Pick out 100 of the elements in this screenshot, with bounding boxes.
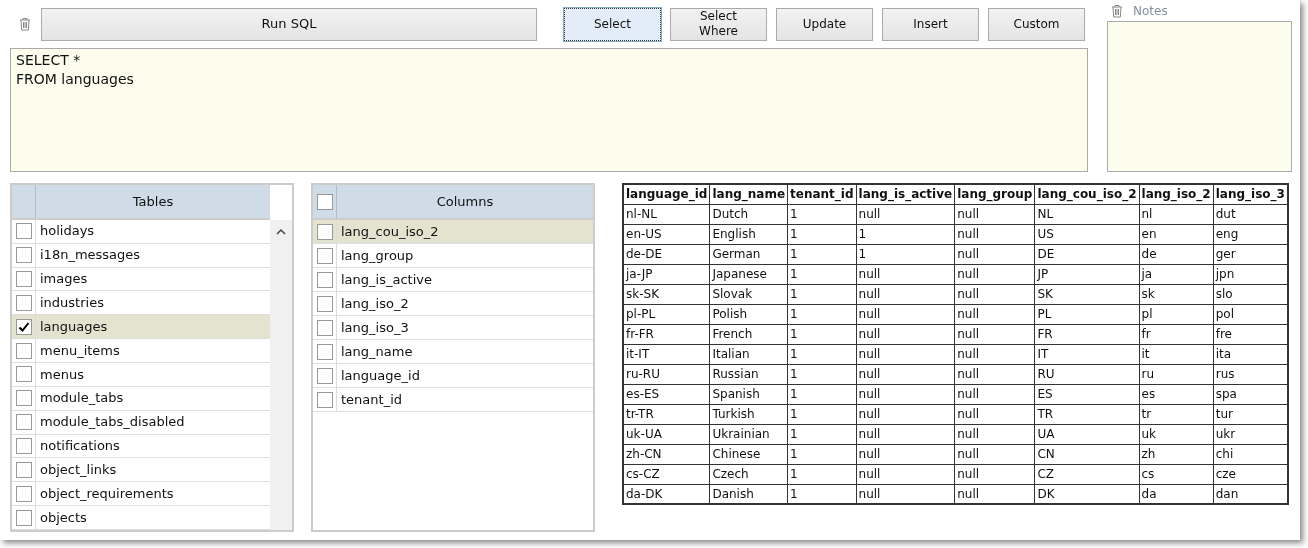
checkbox[interactable] xyxy=(15,366,32,383)
checkbox[interactable] xyxy=(15,223,32,240)
list-item[interactable]: module_tabs xyxy=(12,386,270,411)
checkbox[interactable] xyxy=(15,270,32,287)
trash-icon[interactable] xyxy=(1111,3,1123,18)
checkbox[interactable] xyxy=(316,271,333,288)
table-cell: English xyxy=(709,224,788,244)
table-cell: en xyxy=(1139,224,1214,244)
table-cell: zh xyxy=(1139,444,1214,464)
table-cell: CN xyxy=(1034,444,1139,464)
checkbox[interactable] xyxy=(15,342,32,359)
table-cell: pl xyxy=(1139,304,1214,324)
table-cell: null xyxy=(954,244,1035,264)
list-item[interactable]: lang_iso_2 xyxy=(313,292,593,316)
query-button[interactable]: Select Where xyxy=(670,7,767,41)
table-cell: tr-TR xyxy=(623,404,710,424)
list-item[interactable]: menus xyxy=(12,362,270,387)
checkbox[interactable] xyxy=(316,247,333,264)
checkbox[interactable] xyxy=(15,390,32,407)
checkbox[interactable] xyxy=(15,294,32,311)
list-item[interactable]: images xyxy=(12,267,270,292)
table-cell: 1 xyxy=(787,384,857,404)
list-item[interactable]: lang_is_active xyxy=(313,268,593,292)
code-line: FROM languages xyxy=(16,70,135,89)
trash-icon[interactable] xyxy=(19,17,31,31)
table-cell: IT xyxy=(1034,344,1139,364)
table-cell: Chinese xyxy=(709,444,788,464)
table-cell: da xyxy=(1139,484,1214,504)
table-cell: TR xyxy=(1034,404,1139,424)
list-item[interactable]: language_id xyxy=(313,364,593,388)
table-cell: 1 xyxy=(787,224,857,244)
checkbox[interactable] xyxy=(316,391,333,408)
list-item[interactable]: lang_group xyxy=(313,244,593,268)
list-item[interactable]: lang_iso_3 xyxy=(313,316,593,340)
list-item[interactable]: notifications xyxy=(12,434,270,459)
checkbox[interactable] xyxy=(316,295,333,312)
checkbox[interactable] xyxy=(15,247,32,264)
checkbox[interactable] xyxy=(15,318,32,335)
table-header-cell: lang_name xyxy=(709,184,788,204)
table-cell: Japanese xyxy=(709,264,788,284)
table-cell: CZ xyxy=(1034,464,1139,484)
table-header-cell: lang_iso_2 xyxy=(1139,184,1214,204)
table-cell: 1 xyxy=(787,324,857,344)
table-cell: fr xyxy=(1139,324,1214,344)
query-button[interactable]: Select xyxy=(564,7,661,41)
table-cell: 1 xyxy=(787,364,857,384)
table-cell: null xyxy=(954,304,1035,324)
run-sql-button[interactable]: Run SQL xyxy=(41,7,537,41)
list-item[interactable]: object_requirements xyxy=(12,482,270,507)
code-line: SELECT * xyxy=(16,51,82,70)
column-header: Tables xyxy=(131,192,175,211)
table-cell: null xyxy=(954,424,1035,444)
table-cell: null xyxy=(856,344,955,364)
chevron-up-icon[interactable] xyxy=(276,228,286,235)
table-cell: Italian xyxy=(709,344,788,364)
table-cell: Slovak xyxy=(709,284,788,304)
list-item[interactable]: tenant_id xyxy=(313,388,593,412)
checkbox[interactable] xyxy=(316,343,333,360)
table-cell: Czech xyxy=(709,464,788,484)
query-button[interactable]: Insert xyxy=(882,7,979,41)
table-cell: null xyxy=(954,404,1035,424)
list-item[interactable]: industries xyxy=(12,291,270,316)
notes-field[interactable] xyxy=(1107,21,1292,172)
checkbox[interactable] xyxy=(15,414,32,431)
table-cell: sk-SK xyxy=(623,284,710,304)
table-cell: null xyxy=(954,464,1035,484)
scrollbar[interactable] xyxy=(270,220,292,530)
table-cell: uk xyxy=(1139,424,1214,444)
table-cell: ru xyxy=(1139,364,1214,384)
table-cell: null xyxy=(954,364,1035,384)
sql-editor[interactable]: SELECT * FROM languages xyxy=(10,48,1088,172)
table-cell: 1 xyxy=(787,464,857,484)
table-cell: 1 xyxy=(787,284,857,304)
checkbox[interactable] xyxy=(316,223,333,240)
table-cell: en-US xyxy=(623,224,710,244)
checkbox[interactable] xyxy=(15,509,32,526)
list-item[interactable]: languages xyxy=(12,315,270,340)
checkbox[interactable] xyxy=(316,319,333,336)
table-cell: it xyxy=(1139,344,1214,364)
query-button[interactable]: Custom xyxy=(988,7,1085,41)
list-item[interactable]: holidays xyxy=(12,219,270,244)
checkbox[interactable] xyxy=(316,193,333,210)
list-item[interactable]: module_tabs_disabled xyxy=(12,410,270,435)
list-item[interactable]: lang_cou_iso_2 xyxy=(313,220,593,244)
checkbox[interactable] xyxy=(316,367,333,384)
list-item[interactable]: menu_items xyxy=(12,339,270,363)
table-cell: 1 xyxy=(787,344,857,364)
table-header-cell: language_id xyxy=(623,184,710,204)
checkbox[interactable] xyxy=(15,461,32,478)
table-cell: UA xyxy=(1034,424,1139,444)
list-item[interactable]: i18n_messages xyxy=(12,243,270,268)
checkbox[interactable] xyxy=(15,437,32,454)
list-item[interactable]: lang_name xyxy=(313,340,593,364)
query-button[interactable]: Update xyxy=(776,7,873,41)
table-cell: uk-UA xyxy=(623,424,710,444)
list-item[interactable]: objects xyxy=(12,506,270,530)
list-item[interactable]: object_links xyxy=(12,458,270,483)
table-cell: German xyxy=(709,244,788,264)
checkbox[interactable] xyxy=(15,485,32,502)
table-cell: null xyxy=(856,384,955,404)
